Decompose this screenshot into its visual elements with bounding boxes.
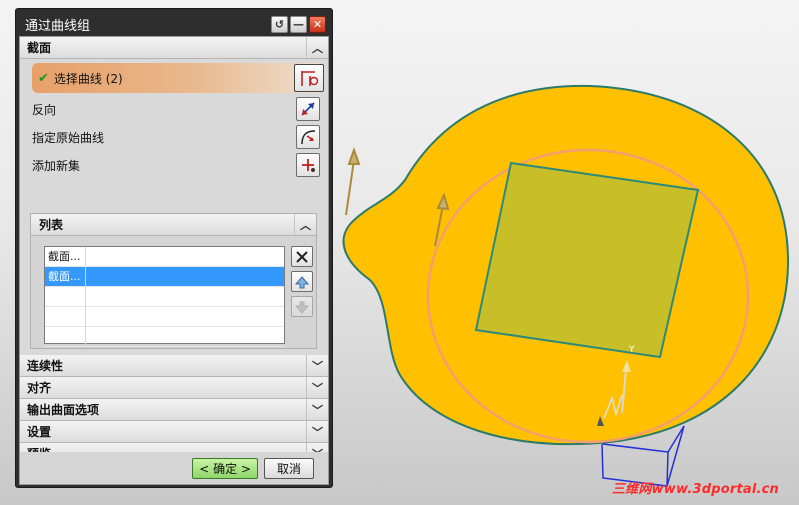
table-row[interactable]: 截面... xyxy=(45,267,284,287)
chevron-down-icon[interactable]: ﹀ xyxy=(306,377,328,398)
chevron-up-icon[interactable]: ︿ xyxy=(294,214,316,235)
add-new-set-row: 添加新集 xyxy=(20,151,328,179)
dialog-footer: < 确定 > 取消 xyxy=(20,452,328,484)
select-curve-button[interactable] xyxy=(294,64,324,92)
select-curve-label: 选择曲线 (2) xyxy=(53,71,123,86)
reset-icon[interactable]: ↺ xyxy=(271,15,288,33)
table-row[interactable]: 截面... xyxy=(45,247,284,267)
remove-button[interactable] xyxy=(291,246,313,267)
axis-y-label: Y xyxy=(628,345,635,355)
minimize-icon[interactable]: — xyxy=(290,15,307,33)
loft-dialog[interactable]: 通过曲线组 ↺ — ✕ 截面 ︿ ✔ 选择曲线 (2) 反向 指定原始曲线 添加… xyxy=(15,8,333,488)
table-row[interactable] xyxy=(45,307,284,327)
ok-button[interactable]: < 确定 > xyxy=(192,457,258,479)
list-group-header[interactable]: 列表 ︿ xyxy=(31,214,316,236)
section-list-table[interactable]: 截面... 截面... xyxy=(44,246,285,347)
specify-origin-label: 指定原始曲线 xyxy=(32,130,105,145)
watermark: 三维网www.3dportal.cn xyxy=(611,482,779,497)
table-row[interactable] xyxy=(45,327,284,347)
table-row[interactable] xyxy=(45,287,284,307)
add-new-set-button[interactable] xyxy=(296,153,320,177)
section-group-header[interactable]: 截面 ︿ xyxy=(20,37,328,59)
list-group: 列表 ︿ 截面... 截面... xyxy=(30,213,317,349)
chevron-down-icon[interactable]: ﹀ xyxy=(306,355,328,376)
move-down-button[interactable] xyxy=(291,296,313,317)
curve-select-icon xyxy=(301,71,319,86)
output-surface-options-title: 输出曲面选项 xyxy=(27,403,100,417)
section-square[interactable] xyxy=(474,161,700,359)
specify-origin-row: 指定原始曲线 xyxy=(20,123,328,151)
add-set-icon xyxy=(302,159,315,172)
table-cell xyxy=(45,327,86,346)
table-cell xyxy=(45,287,86,306)
specify-origin-button[interactable] xyxy=(296,125,320,149)
select-curve-row[interactable]: ✔ 选择曲线 (2) xyxy=(32,63,324,93)
arrow-up-icon xyxy=(295,275,309,288)
section-group-title: 截面 xyxy=(27,41,52,55)
move-up-button[interactable] xyxy=(291,271,313,292)
arrow-down-icon xyxy=(295,301,309,314)
close-icon[interactable]: ✕ xyxy=(309,15,326,33)
table-cell xyxy=(45,307,86,326)
settings-group-header[interactable]: 设置 ﹀ xyxy=(20,421,328,443)
table-cell: 截面... xyxy=(45,267,86,286)
reverse-label: 反向 xyxy=(32,102,57,117)
settings-group-title: 设置 xyxy=(27,425,52,439)
dialog-titlebar[interactable]: 通过曲线组 ↺ — ✕ xyxy=(19,12,329,36)
output-surface-options-header[interactable]: 输出曲面选项 ﹀ xyxy=(20,399,328,421)
reverse-row: 反向 xyxy=(20,95,328,123)
alignment-group-header[interactable]: 对齐 ﹀ xyxy=(20,377,328,399)
reverse-direction-button[interactable] xyxy=(296,97,320,121)
cancel-button[interactable]: 取消 xyxy=(264,457,314,479)
delete-x-icon xyxy=(296,250,308,263)
reverse-arrows-icon xyxy=(301,102,315,116)
chevron-down-icon[interactable]: ﹀ xyxy=(306,399,328,420)
continuity-group-header[interactable]: 连续性 ﹀ xyxy=(20,355,328,377)
chevron-up-icon[interactable]: ︿ xyxy=(306,37,328,58)
dialog-body: 截面 ︿ ✔ 选择曲线 (2) 反向 指定原始曲线 添加新集 列表 ︿ 截面..… xyxy=(19,36,329,485)
origin-curve-icon xyxy=(301,130,316,145)
dialog-title: 通过曲线组 xyxy=(25,18,91,34)
add-new-set-label: 添加新集 xyxy=(32,158,81,173)
chevron-down-icon[interactable]: ﹀ xyxy=(306,421,328,442)
table-cell: 截面... xyxy=(45,247,86,266)
checkmark-icon: ✔ xyxy=(38,70,49,86)
continuity-group-title: 连续性 xyxy=(27,359,64,373)
list-group-title: 列表 xyxy=(39,218,64,232)
alignment-group-title: 对齐 xyxy=(27,381,52,395)
